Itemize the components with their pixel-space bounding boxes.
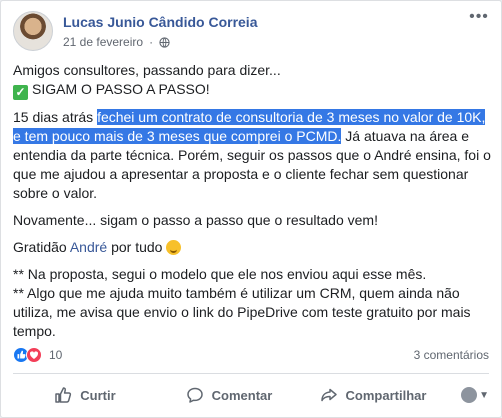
dot-separator: ·	[149, 35, 154, 49]
reaction-icons[interactable]	[13, 347, 45, 363]
comment-icon	[186, 387, 203, 403]
like-label: Curtir	[80, 387, 116, 403]
author-avatar[interactable]	[13, 11, 53, 51]
divider	[13, 373, 489, 374]
gratitude-text: Gratidão	[13, 239, 70, 255]
author-name[interactable]: Lucas Junio Cândido Correia	[63, 14, 257, 30]
check-mark-icon: ✓	[13, 85, 28, 100]
comment-label: Comentar	[211, 387, 273, 403]
globe-icon[interactable]	[159, 36, 170, 48]
share-icon	[320, 388, 337, 402]
paragraph-3: Novamente... sigam o passo a passo que o…	[13, 212, 378, 228]
post-text: Amigos consultores, passando para dizer.…	[13, 61, 491, 349]
p2-intro: 15 dias atrás	[13, 109, 98, 125]
mention-link[interactable]: André	[70, 239, 107, 255]
gratitude-end: por tudo	[107, 239, 163, 255]
like-button[interactable]: Curtir	[13, 379, 157, 411]
action-bar: Curtir Comentar Compartilhar ▼	[13, 377, 489, 413]
post-stats: 10 3 comentários	[13, 345, 489, 365]
note-2: ** Algo que me ajuda muito também é util…	[13, 285, 471, 339]
chevron-down-icon: ▼	[479, 389, 489, 401]
more-options-icon[interactable]: •••	[467, 9, 491, 31]
paragraph-2: 15 dias atrás fechei um contrato de cons…	[13, 108, 491, 203]
greeting-text: Amigos consultores, passando para dizer.…	[13, 62, 281, 78]
reaction-count[interactable]: 10	[49, 348, 62, 362]
share-button[interactable]: Compartilhar	[301, 379, 445, 411]
comment-as-selector[interactable]: ▼	[445, 387, 489, 403]
paragraph-4: Gratidão André por tudo	[13, 238, 491, 257]
paragraph-5: ** Na proposta, segui o modelo que ele n…	[13, 265, 491, 341]
post-meta: 21 de fevereiro ·	[63, 35, 170, 49]
smile-emoji-icon	[166, 240, 182, 255]
note-1: ** Na proposta, segui o modelo que ele n…	[13, 266, 427, 282]
thumbs-up-icon	[55, 387, 72, 403]
comment-button[interactable]: Comentar	[157, 379, 301, 411]
comment-count[interactable]: 3 comentários	[414, 348, 489, 362]
post-header: Lucas Junio Cândido Correia 21 de fevere…	[13, 9, 491, 55]
post-date[interactable]: 21 de fevereiro	[63, 35, 143, 49]
share-label: Compartilhar	[345, 387, 427, 403]
call-to-action-text: SIGAM O PASSO A PASSO!	[32, 81, 210, 97]
love-reaction-icon	[26, 347, 42, 363]
current-user-avatar	[461, 387, 478, 403]
post-card: Lucas Junio Cândido Correia 21 de fevere…	[0, 0, 502, 418]
paragraph-1: Amigos consultores, passando para dizer.…	[13, 61, 491, 100]
